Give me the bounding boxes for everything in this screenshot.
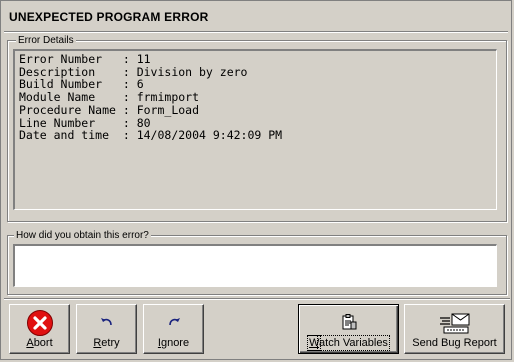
retry-label: Retry	[93, 337, 120, 349]
abort-label: Abort	[26, 337, 53, 349]
title-bar: UNEXPECTED PROGRAM ERROR	[5, 7, 509, 29]
clipboard-icon	[340, 313, 358, 334]
detail-line: Module Name : frmimport	[19, 90, 200, 105]
error-x-icon	[26, 309, 54, 340]
how-obtained-input[interactable]	[13, 244, 497, 287]
abort-button[interactable]: Abort	[9, 304, 70, 354]
ignore-button[interactable]: Ignore	[143, 304, 204, 354]
error-details-group: Error Details Error Number : 11 Descripti…	[7, 35, 507, 222]
send-bug-report-label: Send Bug Report	[412, 337, 497, 349]
how-obtained-group: How did you obtain this error?	[7, 230, 507, 295]
dialog-title: UNEXPECTED PROGRAM ERROR	[9, 10, 209, 24]
title-separator	[4, 31, 508, 33]
how-obtained-legend: How did you obtain this error?	[14, 230, 151, 241]
detail-line: Procedure Name : Form_Load	[19, 102, 200, 117]
error-details-text[interactable]: Error Number : 11 Description : Division …	[13, 49, 497, 210]
watch-variables-label: Watch Variables	[307, 335, 390, 351]
watch-variables-button[interactable]: Watch Variables	[298, 304, 399, 354]
error-details-legend: Error Details	[16, 35, 76, 46]
button-separator	[4, 298, 510, 300]
detail-line: Date and time : 14/08/2004 9:42:09 PM	[19, 128, 283, 143]
ignore-label: Ignore	[157, 337, 190, 349]
undo-arrow-icon	[99, 314, 115, 333]
redo-arrow-icon	[166, 314, 182, 333]
retry-button[interactable]: Retry	[76, 304, 137, 354]
detail-line: Error Number : 11	[19, 52, 151, 66]
error-dialog: UNEXPECTED PROGRAM ERROR Error Details E…	[0, 0, 512, 360]
send-bug-report-button[interactable]: Send Bug Report	[404, 304, 505, 354]
keyboard-envelope-icon	[438, 312, 472, 337]
